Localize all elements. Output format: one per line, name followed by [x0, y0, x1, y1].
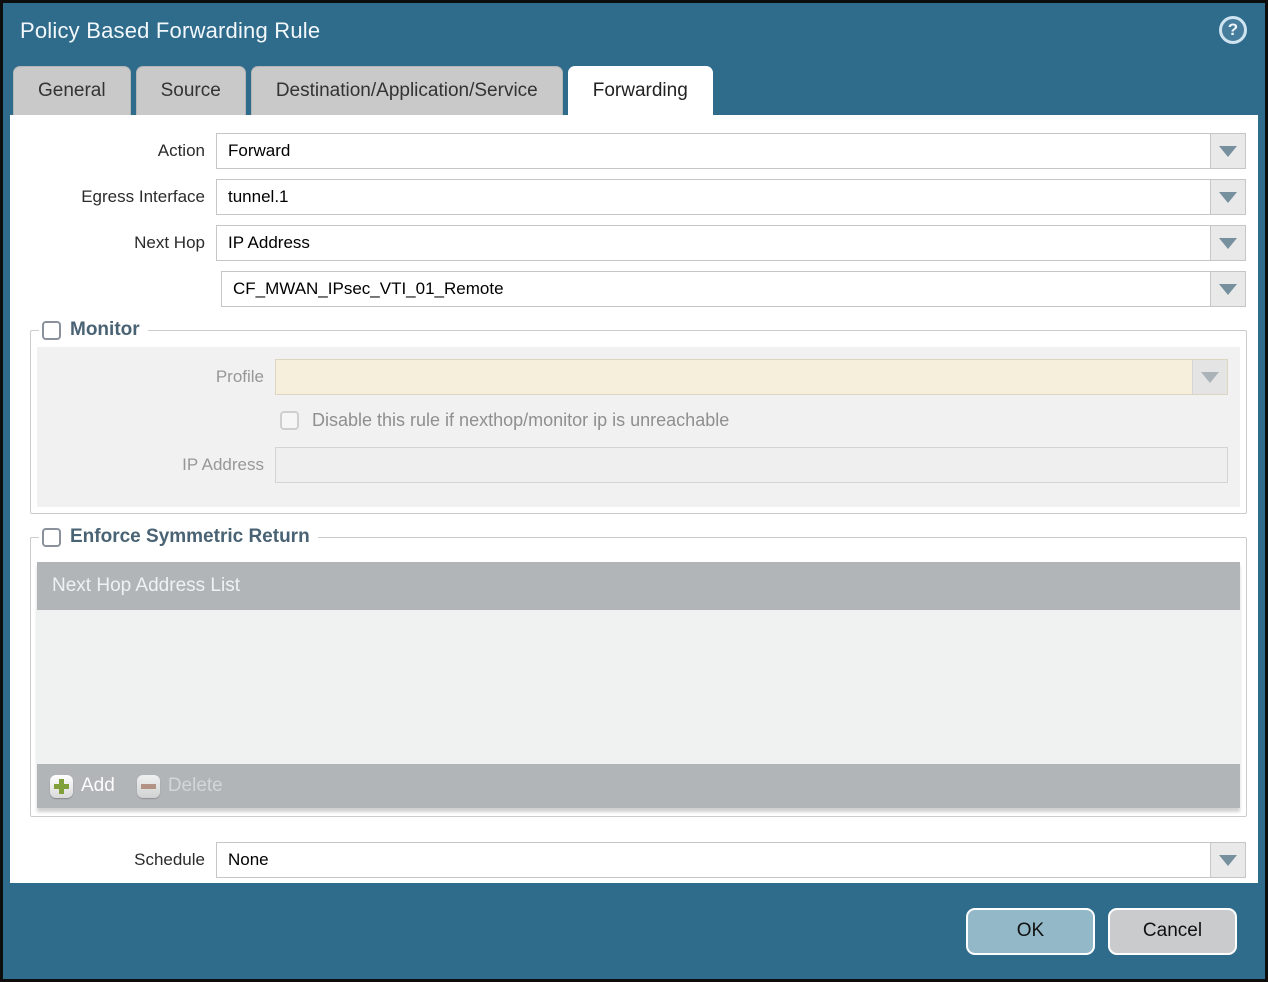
- add-button-label: Add: [81, 775, 115, 796]
- enforce-symmetric-return-checkbox[interactable]: [42, 527, 61, 547]
- enforce-symmetric-return-group: Enforce Symmetric Return Next Hop Addres…: [30, 526, 1247, 817]
- minus-icon: [136, 774, 160, 798]
- monitor-checkbox[interactable]: [42, 320, 61, 340]
- action-select[interactable]: Forward: [216, 133, 1246, 169]
- chevron-down-icon: [1219, 854, 1237, 866]
- chevron-down-icon: [1219, 145, 1237, 157]
- egress-interface-dropdown-button[interactable]: [1210, 180, 1245, 214]
- enforce-symmetric-return-title: Enforce Symmetric Return: [70, 526, 310, 547]
- delete-button: Delete: [136, 774, 223, 798]
- action-dropdown-button[interactable]: [1210, 134, 1245, 168]
- next-hop-label: Next Hop: [134, 233, 205, 252]
- schedule-label: Schedule: [134, 850, 205, 869]
- schedule-dropdown-button[interactable]: [1210, 843, 1245, 877]
- next-hop-address-list-header: Next Hop Address List: [37, 562, 1240, 610]
- profile-value: [276, 360, 1192, 394]
- next-hop-address-list-table: Next Hop Address List Add Delete: [37, 562, 1240, 808]
- help-icon[interactable]: ?: [1219, 16, 1247, 44]
- tab-forwarding[interactable]: Forwarding: [567, 66, 713, 115]
- action-label: Action: [157, 141, 205, 160]
- dialog-titlebar: Policy Based Forwarding Rule ?: [3, 3, 1265, 66]
- profile-select: [275, 359, 1228, 395]
- cancel-button[interactable]: Cancel: [1108, 907, 1237, 955]
- tab-source[interactable]: Source: [135, 66, 246, 115]
- tab-bar: General Source Destination/Application/S…: [3, 66, 1265, 115]
- profile-dropdown-button: [1192, 360, 1227, 394]
- ok-button[interactable]: OK: [966, 907, 1095, 955]
- chevron-down-icon: [1219, 283, 1237, 295]
- chevron-down-icon: [1219, 191, 1237, 203]
- monitor-ip-address-label: IP Address: [182, 455, 264, 474]
- monitor-group: Monitor Profile Disable this rule if nex…: [30, 319, 1247, 514]
- next-hop-row: Next Hop IP Address: [10, 225, 1246, 261]
- chevron-down-icon: [1219, 237, 1237, 249]
- next-hop-address-select[interactable]: CF_MWAN_IPsec_VTI_01_Remote: [221, 271, 1246, 307]
- chevron-down-icon: [1201, 371, 1219, 383]
- tab-destination-application-service[interactable]: Destination/Application/Service: [250, 66, 563, 115]
- next-hop-select[interactable]: IP Address: [216, 225, 1246, 261]
- next-hop-dropdown-button[interactable]: [1210, 226, 1245, 260]
- egress-interface-label: Egress Interface: [81, 187, 205, 206]
- forwarding-tab-panel: Action Forward Egress Interface tunnel.1…: [10, 115, 1258, 883]
- profile-label: Profile: [215, 367, 264, 386]
- profile-row: Profile: [37, 359, 1228, 395]
- next-hop-address-value: CF_MWAN_IPsec_VTI_01_Remote: [233, 279, 504, 298]
- dialog-footer: OK Cancel: [3, 883, 1265, 979]
- schedule-value: None: [228, 850, 269, 869]
- monitor-ip-address-input: [275, 447, 1228, 483]
- next-hop-address-list-body[interactable]: [37, 610, 1240, 764]
- plus-icon: [50, 774, 73, 798]
- tab-general[interactable]: General: [13, 66, 131, 115]
- schedule-select[interactable]: None: [216, 842, 1246, 878]
- monitor-title: Monitor: [70, 319, 140, 340]
- delete-button-label: Delete: [167, 775, 223, 796]
- add-button[interactable]: Add: [50, 774, 115, 798]
- egress-interface-select[interactable]: tunnel.1: [216, 179, 1246, 215]
- dialog-title: Policy Based Forwarding Rule: [20, 18, 321, 43]
- enforce-symmetric-return-legend: Enforce Symmetric Return: [39, 526, 318, 548]
- egress-interface-value: tunnel.1: [228, 187, 289, 206]
- action-row: Action Forward: [10, 133, 1246, 169]
- monitor-ip-address-row: IP Address: [37, 447, 1228, 483]
- monitor-panel: Profile Disable this rule if nexthop/mon…: [37, 347, 1240, 507]
- egress-interface-row: Egress Interface tunnel.1: [10, 179, 1246, 215]
- schedule-row: Schedule None: [10, 842, 1246, 878]
- monitor-legend: Monitor: [39, 319, 148, 341]
- next-hop-value: IP Address: [228, 233, 310, 252]
- monitor-ip-address-value: [276, 448, 1227, 482]
- pbf-rule-dialog: Policy Based Forwarding Rule ? General S…: [0, 0, 1268, 982]
- next-hop-address-row: CF_MWAN_IPsec_VTI_01_Remote: [10, 271, 1246, 307]
- disable-rule-checkbox: [280, 411, 299, 430]
- disable-rule-row: Disable this rule if nexthop/monitor ip …: [280, 410, 1230, 431]
- disable-rule-label: Disable this rule if nexthop/monitor ip …: [312, 410, 730, 430]
- next-hop-address-list-toolbar: Add Delete: [37, 764, 1240, 808]
- next-hop-address-dropdown-button[interactable]: [1210, 272, 1245, 306]
- action-value: Forward: [228, 141, 291, 160]
